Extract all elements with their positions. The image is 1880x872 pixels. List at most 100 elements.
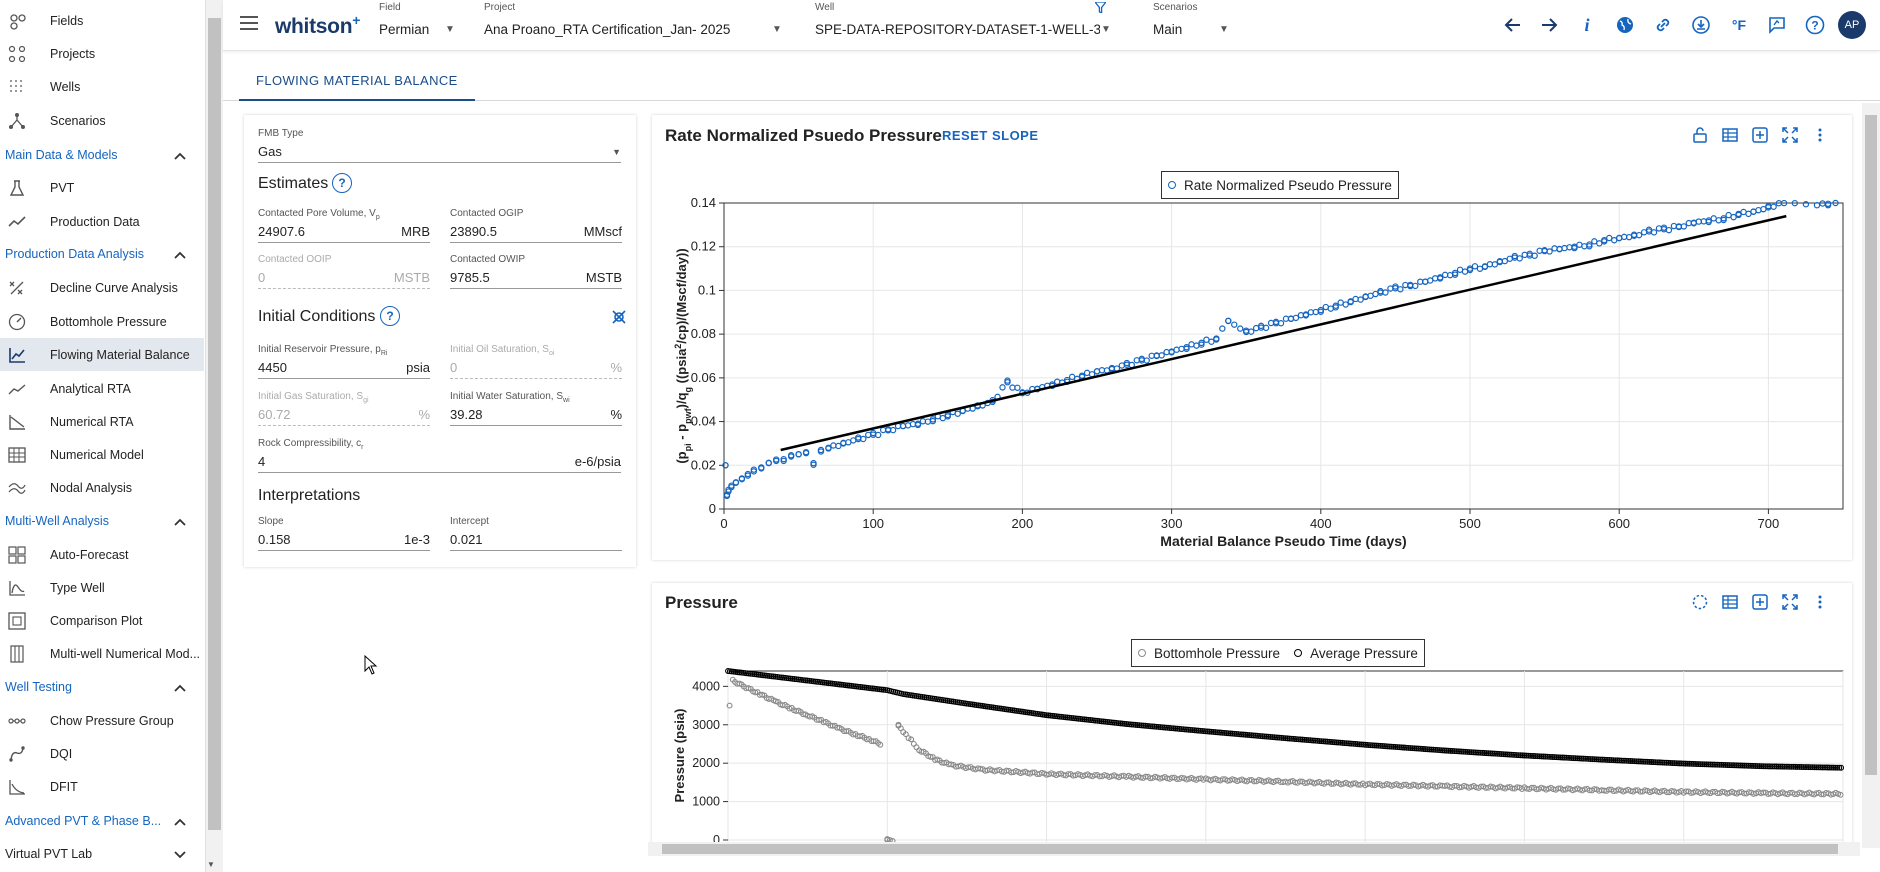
estimates-heading: Estimates bbox=[258, 175, 329, 192]
sidebar-section-main-data-models[interactable]: Main Data & Models bbox=[0, 139, 204, 171]
project-select[interactable]: Project Ana Proano_RTA Certification_Jan… bbox=[484, 0, 784, 51]
soi-unit: % bbox=[610, 360, 622, 375]
sidebar-item-wells[interactable]: Wells bbox=[0, 70, 204, 103]
initial-pressure-field[interactable]: Initial Reservoir Pressure, pRi 4450 psia bbox=[258, 344, 430, 379]
help-icon[interactable]: ? bbox=[1803, 13, 1827, 37]
main-scroll-thumb[interactable] bbox=[1865, 115, 1877, 775]
rnp-x-tick-label: 600 bbox=[1608, 516, 1630, 531]
globe-icon[interactable] bbox=[1613, 13, 1637, 37]
field-dropdown-icon[interactable]: ▼ bbox=[445, 24, 455, 35]
sidebar-item-label: Analytical RTA bbox=[50, 381, 131, 396]
sidebar-section-well-testing[interactable]: Well Testing bbox=[0, 671, 204, 703]
forward-arrow-icon[interactable] bbox=[1537, 13, 1561, 37]
chevron-up-icon[interactable] bbox=[174, 679, 186, 695]
pore-volume-value: 24907.6 bbox=[258, 224, 305, 239]
well-filter-icon[interactable] bbox=[1093, 1, 1108, 16]
scenarios-dropdown-icon[interactable]: ▼ bbox=[1219, 24, 1229, 35]
link-icon[interactable] bbox=[1651, 13, 1675, 37]
slope-value: 0.158 bbox=[258, 532, 291, 547]
intercept-label: Intercept bbox=[450, 516, 489, 527]
sidebar-item-label: Auto-Forecast bbox=[50, 547, 129, 562]
project-dropdown-icon[interactable]: ▼ bbox=[772, 24, 782, 35]
sidebar-section-label: Well Testing bbox=[5, 680, 72, 694]
sidebar-item-comparison-plot[interactable]: Comparison Plot bbox=[0, 604, 204, 637]
well-dropdown-icon[interactable]: ▼ bbox=[1101, 24, 1111, 35]
sidebar-item-pvt[interactable]: PVT bbox=[0, 171, 204, 204]
intercept-value: 0.021 bbox=[450, 532, 483, 547]
sidebar-item-projects[interactable]: Projects bbox=[0, 37, 204, 70]
sidebar-section-multi-well-analysis[interactable]: Multi-Well Analysis bbox=[0, 505, 204, 537]
fmb-type-label: FMB Type bbox=[258, 128, 304, 139]
menu-icon[interactable] bbox=[240, 16, 258, 30]
feedback-icon[interactable] bbox=[1765, 13, 1789, 37]
bhp-icon bbox=[6, 313, 28, 331]
horizontal-scrollbar[interactable] bbox=[648, 842, 1860, 856]
pressure-y-tick-label: 4000 bbox=[692, 679, 720, 693]
ogip-field[interactable]: Contacted OGIP 23890.5 MMscf bbox=[450, 208, 622, 243]
pressure-chart-plot[interactable]: 01000200030004000Pressure (psia) bbox=[652, 583, 1852, 848]
sidebar-section-label: Multi-Well Analysis bbox=[5, 514, 109, 528]
chevron-down-icon[interactable] bbox=[174, 846, 186, 862]
sidebar-item-analytical-rta[interactable]: Analytical RTA bbox=[0, 372, 204, 405]
rnp-y-axis-label-part: - p bbox=[674, 424, 689, 444]
estimates-help-icon[interactable]: ? bbox=[332, 173, 352, 193]
sidebar-item-production-data[interactable]: Production Data bbox=[0, 205, 204, 238]
tab-bar: FLOWING MATERIAL BALANCE bbox=[223, 65, 1880, 101]
sidebar-item-fields[interactable]: Fields bbox=[0, 4, 204, 37]
tab-flowing-material-balance[interactable]: FLOWING MATERIAL BALANCE bbox=[239, 65, 475, 101]
project-value: Ana Proano_RTA Certification_Jan- 2025 bbox=[484, 22, 731, 37]
units-icon[interactable]: °F bbox=[1727, 13, 1751, 37]
initial-pressure-unit: psia bbox=[406, 360, 430, 375]
intercept-field[interactable]: Intercept 0.021 bbox=[450, 516, 622, 551]
rnp-y-axis-label-part: pwf bbox=[683, 407, 693, 423]
sidebar-item-decline-curve-analysis[interactable]: Decline Curve Analysis bbox=[0, 271, 204, 304]
cr-label: Rock Compressibility, c bbox=[258, 438, 362, 449]
chevron-up-icon[interactable] bbox=[174, 147, 186, 163]
fmb-type-select[interactable]: FMB Type Gas ▼ bbox=[258, 128, 621, 163]
well-select[interactable]: Well SPE-DATA-REPOSITORY-DATASET-1-WELL-… bbox=[815, 0, 1115, 51]
sidebar-scrollbar[interactable] bbox=[206, 0, 223, 872]
sidebar-item-nodal-analysis[interactable]: Nodal Analysis bbox=[0, 471, 204, 504]
horizontal-scroll-thumb[interactable] bbox=[662, 844, 1838, 854]
chevron-up-icon[interactable] bbox=[174, 246, 186, 262]
download-icon[interactable] bbox=[1689, 13, 1713, 37]
scenarios-select[interactable]: Scenarios Main ▼ bbox=[1153, 0, 1233, 51]
owip-label: Contacted OWIP bbox=[450, 254, 526, 265]
sidebar-section-advanced-pvt-phase-b[interactable]: Advanced PVT & Phase B... bbox=[0, 805, 204, 837]
reset-conditions-icon[interactable] bbox=[610, 308, 628, 331]
scenarios-value: Main bbox=[1153, 22, 1183, 37]
app-logo[interactable]: whitson+ bbox=[275, 12, 360, 39]
avatar[interactable]: AP bbox=[1838, 11, 1866, 39]
sidebar-item-dfit[interactable]: DFIT bbox=[0, 770, 204, 803]
sidebar-item-chow-pressure-group[interactable]: Chow Pressure Group bbox=[0, 704, 204, 737]
production-data-icon bbox=[6, 213, 28, 231]
slope-field[interactable]: Slope 0.158 1e-3 bbox=[258, 516, 430, 551]
sidebar-item-multi-well-numerical-mod[interactable]: Multi-well Numerical Mod... bbox=[0, 637, 204, 670]
sidebar-item-numerical-model[interactable]: Numerical Model bbox=[0, 438, 204, 471]
field-select[interactable]: Field Permian ▼ bbox=[379, 0, 459, 51]
sidebar-item-auto-forecast[interactable]: Auto-Forecast bbox=[0, 538, 204, 571]
pore-volume-field[interactable]: Contacted Pore Volume, Vp 24907.6 MRB bbox=[258, 208, 430, 243]
sidebar-item-scenarios[interactable]: Scenarios bbox=[0, 104, 204, 137]
sidebar-item-type-well[interactable]: Type Well bbox=[0, 571, 204, 604]
chevron-up-icon[interactable] bbox=[174, 813, 186, 829]
sidebar-section-virtual-pvt-lab[interactable]: Virtual PVT Lab bbox=[0, 838, 204, 870]
back-arrow-icon[interactable] bbox=[1501, 13, 1525, 37]
sidebar-item-flowing-material-balance[interactable]: Flowing Material Balance bbox=[0, 338, 204, 371]
chevron-up-icon[interactable] bbox=[174, 513, 186, 529]
owip-field[interactable]: Contacted OWIP 9785.5 MSTB bbox=[450, 254, 622, 289]
sidebar-item-numerical-rta[interactable]: Numerical RTA bbox=[0, 405, 204, 438]
initial-water-saturation-field[interactable]: Initial Water Saturation, Swi 39.28% bbox=[450, 391, 622, 426]
sidebar-scroll-thumb[interactable] bbox=[208, 18, 221, 830]
sidebar-item-bottomhole-pressure[interactable]: Bottomhole Pressure bbox=[0, 305, 204, 338]
sidebar-scroll-down-icon[interactable]: ▼ bbox=[207, 860, 215, 869]
sidebar-item-dqi[interactable]: DQI bbox=[0, 737, 204, 770]
rnp-chart-plot[interactable]: 0 100 200 300 400 500 600 700 0 0.02 0.04 0.06 0.08 0… bbox=[652, 115, 1852, 560]
sidebar-section-production-data-analysis[interactable]: Production Data Analysis bbox=[0, 238, 204, 270]
rock-compressibility-field[interactable]: Rock Compressibility, cr 4 e-6/psia bbox=[258, 438, 621, 473]
info-icon[interactable]: i bbox=[1575, 13, 1599, 37]
initial-conditions-help-icon[interactable]: ? bbox=[380, 306, 400, 326]
sidebar-item-label: Numerical Model bbox=[50, 447, 144, 462]
sidebar-item-label: Chow Pressure Group bbox=[50, 713, 174, 728]
main-scrollbar[interactable] bbox=[1862, 103, 1880, 848]
